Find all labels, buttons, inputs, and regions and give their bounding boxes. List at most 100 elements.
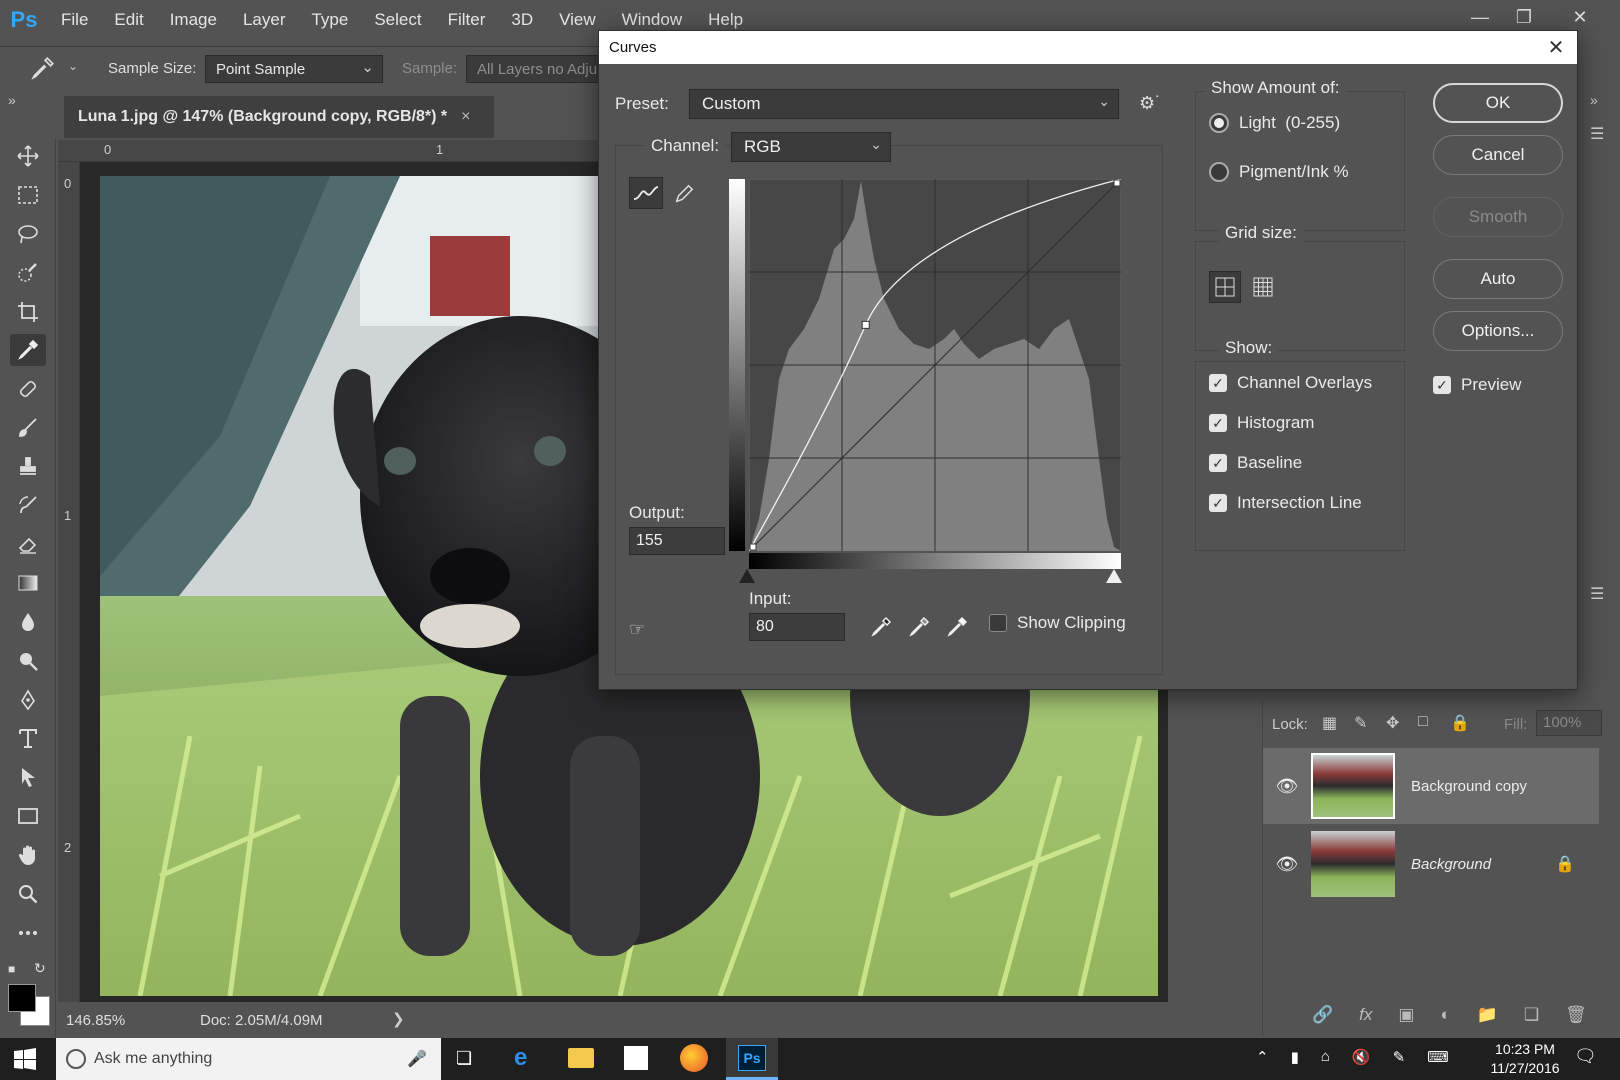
task-view-icon[interactable]: ❏ xyxy=(456,1048,472,1069)
pigment-option[interactable]: Pigment/Ink % xyxy=(1209,162,1349,182)
close-tab-icon[interactable]: × xyxy=(461,108,470,126)
sample-size-select[interactable]: Point Sample ⌄ xyxy=(205,55,383,83)
quick-selection-tool-icon[interactable] xyxy=(10,257,46,289)
cancel-button[interactable]: Cancel xyxy=(1433,135,1563,175)
more-tools-icon[interactable] xyxy=(10,917,46,949)
histogram-checkbox[interactable]: ✓ xyxy=(1209,414,1227,432)
grid-detailed-icon[interactable] xyxy=(1247,271,1279,303)
ok-button[interactable]: OK xyxy=(1433,83,1563,123)
panel-menu-icon[interactable]: ☰ xyxy=(1590,124,1604,144)
clock[interactable]: 10:23 PM 11/27/2016 xyxy=(1480,1040,1570,1078)
battery-icon[interactable]: ▮ xyxy=(1291,1048,1299,1066)
hand-tool-icon[interactable] xyxy=(10,839,46,871)
status-menu-icon[interactable]: ❯ xyxy=(392,1010,405,1028)
dodge-tool-icon[interactable] xyxy=(10,645,46,677)
white-point-slider[interactable] xyxy=(1106,569,1122,583)
eyedropper-tool-icon[interactable] xyxy=(30,55,56,86)
show-hidden-icons-icon[interactable]: ⌃ xyxy=(1256,1048,1269,1066)
lock-transparent-icon[interactable]: ▦ xyxy=(1322,713,1337,733)
pigment-radio[interactable] xyxy=(1209,162,1229,182)
lock-image-icon[interactable]: ✎ xyxy=(1354,713,1367,733)
visibility-eye-icon[interactable]: 👁 xyxy=(1263,854,1311,875)
add-mask-icon[interactable]: ▣ xyxy=(1398,1005,1414,1025)
firefox-icon[interactable] xyxy=(680,1044,708,1072)
store-icon[interactable] xyxy=(624,1046,648,1070)
file-explorer-icon[interactable] xyxy=(568,1048,594,1068)
layer-name[interactable]: Background copy xyxy=(1411,778,1527,795)
swap-colors-icon[interactable]: ↻ xyxy=(34,960,46,977)
gradient-tool-icon[interactable] xyxy=(10,567,46,599)
windows-start-icon[interactable] xyxy=(14,1048,36,1075)
curves-graph[interactable] xyxy=(748,178,1122,552)
curve-point-black[interactable] xyxy=(749,543,757,551)
healing-brush-icon[interactable] xyxy=(10,373,46,405)
minimize-icon[interactable]: — xyxy=(1456,0,1504,34)
fx-icon[interactable]: fx xyxy=(1359,1005,1372,1025)
light-radio[interactable] xyxy=(1209,113,1229,133)
curve-point-selected[interactable] xyxy=(861,320,870,329)
channel-overlays-checkbox[interactable]: ✓ xyxy=(1209,374,1227,392)
baseline-option[interactable]: ✓ Baseline xyxy=(1209,453,1302,473)
black-point-slider[interactable] xyxy=(739,569,755,583)
light-option[interactable]: Light (0-255) xyxy=(1209,113,1340,133)
collapse-toolbar-icon[interactable]: » xyxy=(8,92,16,108)
layers-panel-menu-icon[interactable]: ☰ xyxy=(1590,584,1604,604)
menu-layer[interactable]: Layer xyxy=(230,0,299,40)
preview-checkbox[interactable]: ✓ xyxy=(1433,376,1451,394)
path-selection-icon[interactable] xyxy=(10,761,46,793)
blur-tool-icon[interactable] xyxy=(10,606,46,638)
tool-preset-chevron-icon[interactable]: ⌄ xyxy=(68,59,78,73)
marquee-tool-icon[interactable] xyxy=(10,179,46,211)
lock-position-icon[interactable]: ✥ xyxy=(1386,713,1399,733)
layer-name[interactable]: Background xyxy=(1411,856,1551,873)
preset-options-gear-icon[interactable]: ⚙˙ xyxy=(1139,93,1161,114)
trash-icon[interactable]: 🗑 xyxy=(1565,1005,1587,1025)
layer-row-background-copy[interactable]: 👁 Background copy xyxy=(1263,748,1599,824)
menu-image[interactable]: Image xyxy=(157,0,230,40)
keyboard-icon[interactable]: ⌨ xyxy=(1427,1048,1449,1066)
lock-artboard-icon[interactable]: □ xyxy=(1418,713,1428,731)
sample-select[interactable]: All Layers no Adju xyxy=(466,55,600,83)
smooth-button[interactable]: Smooth xyxy=(1433,197,1563,237)
photoshop-taskbar-button[interactable]: Ps xyxy=(726,1038,778,1080)
pen-tool-icon[interactable] xyxy=(10,684,46,716)
search-box[interactable]: Ask me anything 🎤 xyxy=(56,1038,441,1080)
options-button[interactable]: Options... xyxy=(1433,311,1563,351)
show-clipping-row[interactable]: Show Clipping xyxy=(989,613,1126,633)
expand-panels-icon[interactable]: » xyxy=(1590,92,1598,108)
move-tool-icon[interactable] xyxy=(10,140,46,172)
grid-simple-icon[interactable] xyxy=(1209,271,1241,303)
intersection-line-checkbox[interactable]: ✓ xyxy=(1209,494,1227,512)
zoom-tool-icon[interactable] xyxy=(10,878,46,910)
restore-icon[interactable]: ❐ xyxy=(1500,0,1548,34)
black-point-eyedropper-icon[interactable] xyxy=(869,615,893,644)
curve-points-tool-icon[interactable] xyxy=(629,177,663,209)
history-brush-icon[interactable] xyxy=(10,490,46,522)
show-clipping-checkbox[interactable] xyxy=(989,614,1007,632)
visibility-eye-icon[interactable]: 👁 xyxy=(1263,776,1311,797)
menu-3d[interactable]: 3D xyxy=(498,0,546,40)
pencil-draw-icon[interactable] xyxy=(669,179,699,209)
dialog-title-bar[interactable]: Curves xyxy=(599,31,1577,64)
document-tab[interactable]: Luna 1.jpg @ 147% (Background copy, RGB/… xyxy=(64,96,494,138)
foreground-color-swatch[interactable] xyxy=(8,984,36,1012)
default-colors-icon[interactable]: ■ xyxy=(8,962,15,976)
new-layer-icon[interactable]: ❏ xyxy=(1524,1005,1539,1025)
menu-type[interactable]: Type xyxy=(298,0,361,40)
link-layers-icon[interactable]: 🔗 xyxy=(1312,1005,1333,1025)
preset-select[interactable]: Custom ⌄ xyxy=(689,89,1119,119)
input-value-input[interactable]: 80 xyxy=(749,613,845,641)
histogram-option[interactable]: ✓ Histogram xyxy=(1209,413,1314,433)
pen-icon[interactable]: ✎ xyxy=(1393,1048,1406,1066)
channel-overlays-option[interactable]: ✓ Channel Overlays xyxy=(1209,373,1372,393)
gray-point-eyedropper-icon[interactable] xyxy=(907,615,931,644)
menu-edit[interactable]: Edit xyxy=(101,0,156,40)
menu-file[interactable]: File xyxy=(48,0,101,40)
type-tool-icon[interactable] xyxy=(10,722,46,754)
eraser-tool-icon[interactable] xyxy=(10,528,46,560)
lasso-tool-icon[interactable] xyxy=(10,218,46,250)
edge-browser-icon[interactable]: e xyxy=(514,1044,527,1072)
lock-all-icon[interactable]: 🔒 xyxy=(1450,713,1470,733)
white-point-eyedropper-icon[interactable] xyxy=(945,615,969,644)
on-image-adjust-icon[interactable]: ☞ xyxy=(629,619,645,640)
